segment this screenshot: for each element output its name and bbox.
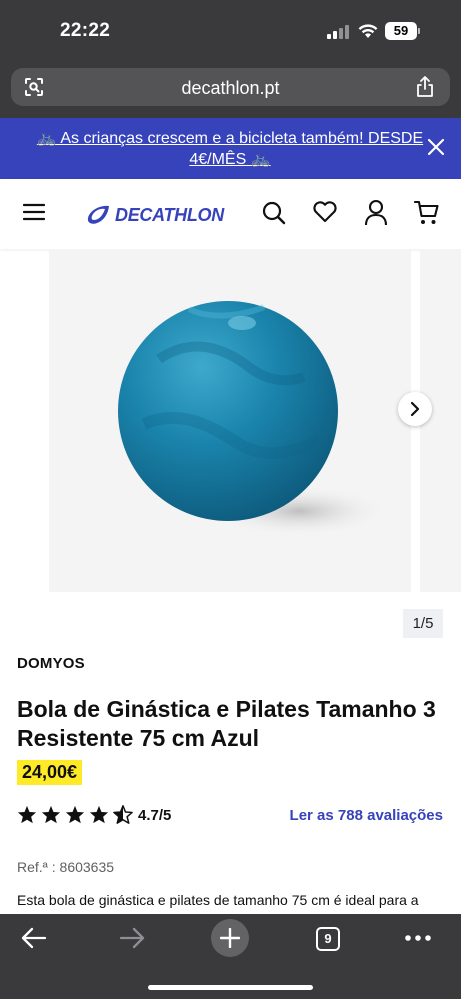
user-icon[interactable] [364, 199, 388, 226]
rating-value: 4.7/5 [138, 807, 172, 824]
close-icon[interactable] [427, 138, 445, 156]
wifi-icon [358, 24, 378, 38]
promo-banner: 🚲 As crianças crescem e a bicicleta tamb… [0, 118, 461, 179]
rating-stars [17, 805, 133, 824]
browser-toolbar: 9 [0, 914, 461, 999]
back-arrow-icon[interactable] [21, 926, 47, 950]
product-title: Bola de Ginástica e Pilates Tamanho 3 Re… [17, 696, 436, 751]
heart-icon[interactable] [312, 200, 338, 224]
star-icon [89, 805, 109, 824]
product-reference: Ref.ª : 8603635 [17, 859, 115, 875]
promo-link[interactable]: 🚲 As crianças crescem e a bicicleta tamb… [30, 128, 430, 170]
product-image[interactable] [49, 249, 411, 592]
more-options-icon[interactable] [405, 934, 431, 942]
forward-arrow-icon[interactable] [119, 926, 145, 950]
search-icon[interactable] [261, 200, 287, 226]
browser-address-area: decathlon.pt [0, 60, 461, 118]
new-tab-button[interactable] [211, 919, 249, 957]
logo-mark-icon [87, 205, 109, 224]
reviews-link[interactable]: Ler as 788 avaliações [290, 807, 443, 824]
chevron-right-icon [410, 401, 420, 417]
share-icon[interactable] [415, 76, 435, 98]
logo-text: DECATHLON [115, 204, 224, 225]
clock: 22:22 [60, 20, 111, 41]
star-icon [65, 805, 85, 824]
signal-icon [327, 25, 349, 39]
cart-icon[interactable] [414, 199, 440, 226]
star-icon [17, 805, 37, 824]
battery-tip [418, 28, 420, 34]
product-description: Esta bola de ginástica e pilates de tama… [17, 892, 419, 915]
battery-indicator: 59 [385, 22, 417, 40]
url-text[interactable]: decathlon.pt [11, 78, 450, 99]
product-gallery[interactable] [0, 249, 461, 594]
status-bar: 22:22 59 [0, 0, 461, 60]
decathlon-logo[interactable]: DECATHLON [86, 202, 224, 228]
gym-ball-image [118, 301, 389, 537]
address-bar[interactable]: decathlon.pt [11, 68, 450, 106]
product-price: 24,00€ [17, 760, 83, 785]
tabs-button[interactable]: 9 [316, 927, 340, 951]
site-header: DECATHLON [0, 179, 461, 249]
half-star-icon [113, 805, 133, 824]
image-counter: 1/5 [403, 609, 443, 638]
home-indicator [148, 985, 313, 990]
star-icon [41, 805, 61, 824]
next-image-button[interactable] [398, 392, 432, 426]
product-brand[interactable]: DOMYOS [17, 655, 85, 672]
plus-icon [220, 928, 240, 948]
menu-icon[interactable] [23, 202, 45, 222]
